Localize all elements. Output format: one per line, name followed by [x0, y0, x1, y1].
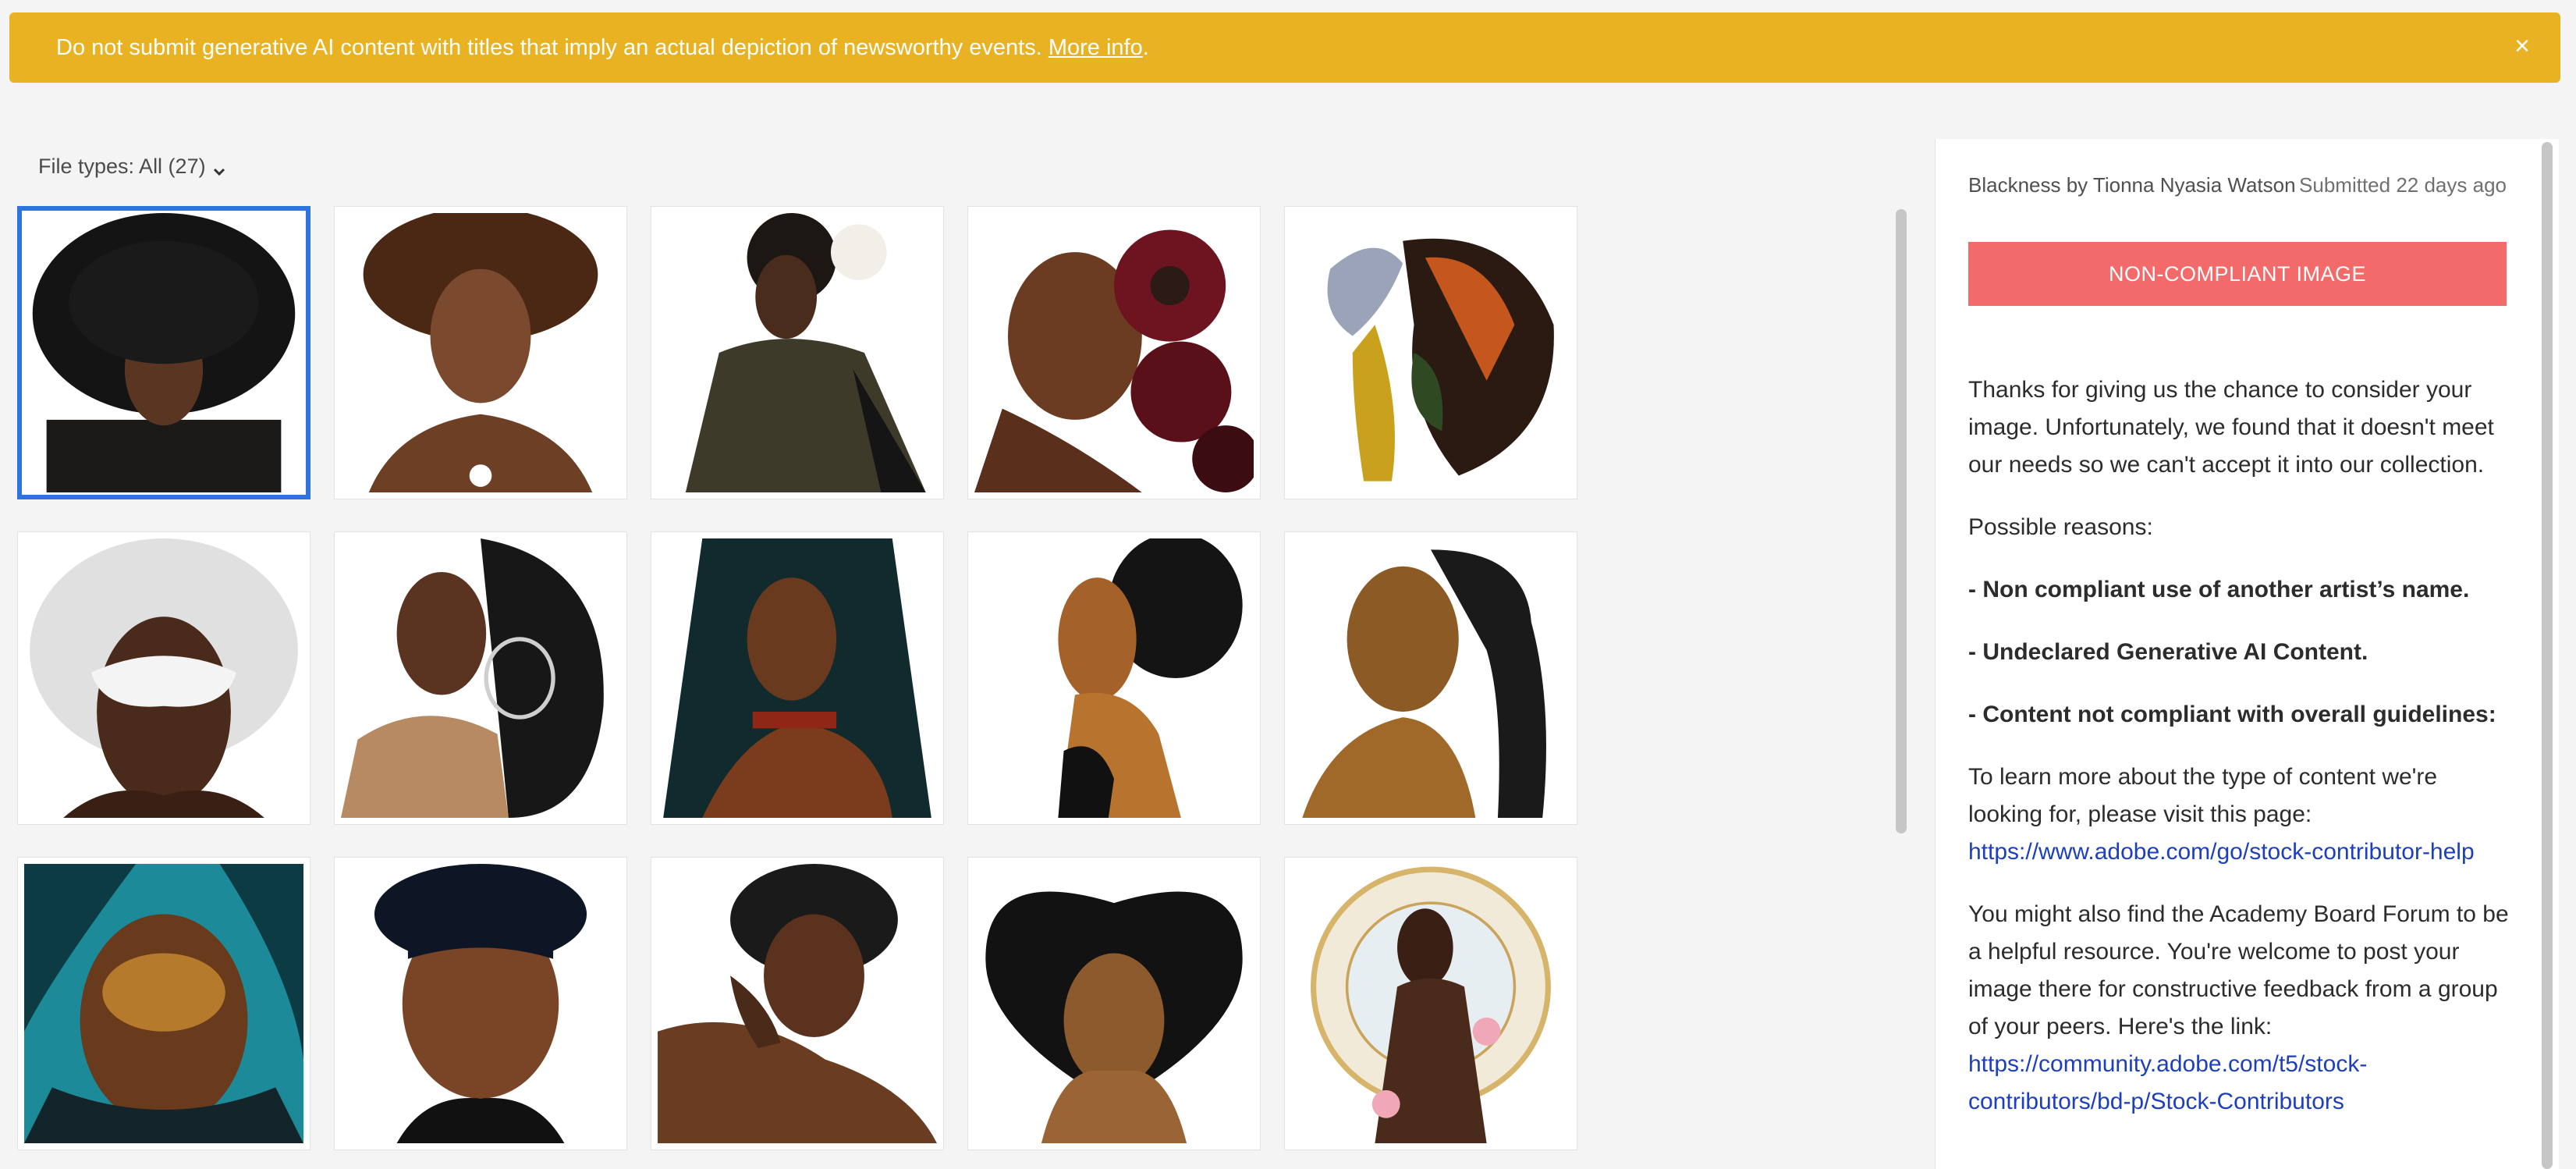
submitted-date: Submitted 22 days ago — [2299, 173, 2507, 197]
thumbnail-tile[interactable] — [967, 857, 1261, 1150]
learn-more-text: To learn more about the type of content … — [1968, 764, 2438, 827]
banner-text: Do not submit generative AI content with… — [56, 34, 1042, 60]
thumbnail-tile[interactable] — [334, 206, 627, 499]
rejection-message: Thanks for giving us the chance to consi… — [1968, 371, 2514, 1146]
forum-text: You might also find the Academy Board Fo… — [1968, 901, 2509, 1039]
reason-item: - Undeclared Generative AI Content. — [1968, 639, 2368, 665]
thumbnail-tile[interactable] — [651, 206, 944, 499]
reasons-heading: Possible reasons: — [1968, 514, 2153, 540]
thumbnail-image — [658, 213, 937, 492]
thumbnail-image — [1291, 538, 1570, 818]
image-meta: Blackness by Tionna Nyasia Watson Submit… — [1968, 173, 2507, 197]
learn-more-block: To learn more about the type of content … — [1968, 759, 2514, 871]
thumbnail-tile[interactable] — [1284, 206, 1577, 499]
more-info-link[interactable]: More info — [1048, 35, 1143, 60]
thumbnail-image — [974, 213, 1254, 492]
image-grid — [17, 206, 1577, 1150]
chevron-down-icon — [212, 160, 226, 176]
file-types-filter[interactable]: File types: All (27) — [38, 155, 226, 179]
thumbnail-tile[interactable] — [334, 857, 627, 1150]
thumbnail-image — [341, 864, 620, 1143]
thumbnail-image — [1291, 864, 1570, 1143]
reason-item: - Content not compliant with overall gui… — [1968, 702, 2496, 727]
thumbnail-image — [1291, 213, 1570, 492]
details-panel: Blackness by Tionna Nyasia Watson Submit… — [1935, 139, 2559, 1169]
forum-link[interactable]: https://community.adobe.com/t5/stock-con… — [1968, 1051, 2367, 1114]
thumbnail-image — [341, 213, 620, 492]
banner-period: . — [1142, 34, 1149, 60]
thumbnail-tile[interactable] — [17, 206, 310, 499]
thumbnail-tile[interactable] — [17, 857, 310, 1150]
panel-scrollbar[interactable] — [2542, 142, 2553, 1169]
close-icon[interactable]: × — [2509, 33, 2535, 59]
thumbnail-tile[interactable] — [17, 531, 310, 825]
thumbnail-image — [24, 864, 303, 1143]
reason-item: - Non compliant use of another artist’s … — [1968, 577, 2470, 602]
help-link[interactable]: https://www.adobe.com/go/stock-contribut… — [1968, 839, 2475, 865]
thumbnail-image — [24, 538, 303, 818]
thumbnail-tile[interactable] — [651, 857, 944, 1150]
grid-scrollbar[interactable] — [1896, 209, 1907, 833]
thumbnail-tile[interactable] — [1284, 857, 1577, 1150]
thumbnail-image — [974, 864, 1254, 1143]
thumbnail-image — [24, 213, 303, 492]
thumbnail-image — [974, 538, 1254, 818]
notice-banner: Do not submit generative AI content with… — [9, 12, 2560, 83]
forum-block: You might also find the Academy Board Fo… — [1968, 896, 2514, 1121]
banner-message: Do not submit generative AI content with… — [56, 35, 1149, 61]
thumbnail-tile[interactable] — [1284, 531, 1577, 825]
image-title: Blackness by Tionna Nyasia Watson — [1968, 173, 2296, 197]
thumbnail-tile[interactable] — [651, 531, 944, 825]
file-types-label: File types: All (27) — [38, 155, 206, 178]
intro-text: Thanks for giving us the chance to consi… — [1968, 377, 2494, 478]
thumbnail-image — [658, 864, 937, 1143]
thumbnail-tile[interactable] — [967, 531, 1261, 825]
thumbnail-tile[interactable] — [967, 206, 1261, 499]
thumbnail-tile[interactable] — [334, 531, 627, 825]
thumbnail-image — [341, 538, 620, 818]
thumbnail-image — [658, 538, 937, 818]
status-badge: NON-COMPLIANT IMAGE — [1968, 242, 2507, 306]
